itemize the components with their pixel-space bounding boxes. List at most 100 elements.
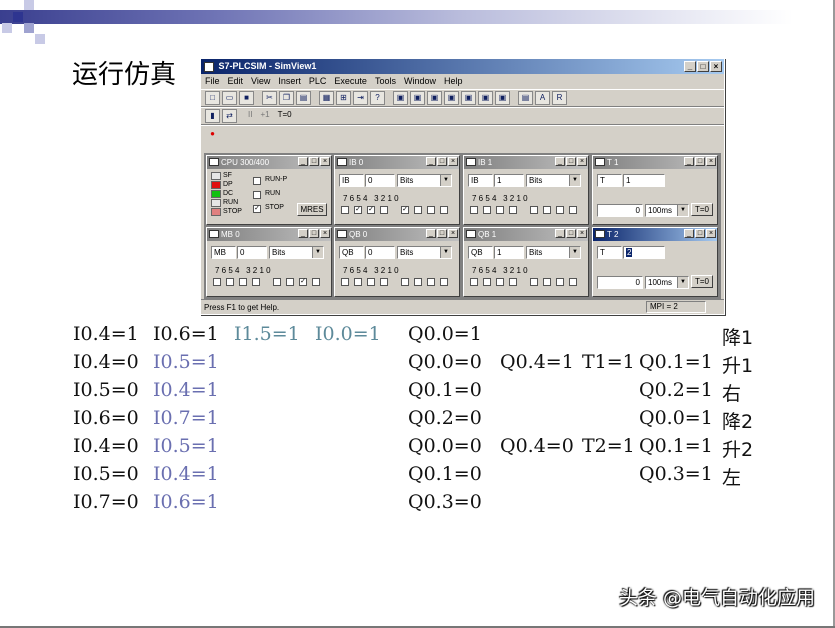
- open-icon[interactable]: ▭: [222, 91, 237, 105]
- ib0-bit1[interactable]: [427, 206, 435, 214]
- ib1-max-button[interactable]: □: [566, 157, 576, 166]
- qb0-bit5[interactable]: [367, 278, 375, 286]
- mb0-bit7[interactable]: [213, 278, 221, 286]
- mb0-bit6[interactable]: [226, 278, 234, 286]
- copy-icon[interactable]: ❐: [279, 91, 294, 105]
- step-button[interactable]: +1: [257, 109, 272, 123]
- qb1-bit6[interactable]: [483, 278, 491, 286]
- mb0-bit5[interactable]: [239, 278, 247, 286]
- qb1-max-button[interactable]: □: [566, 229, 576, 238]
- t2-value-field[interactable]: 0: [597, 276, 643, 289]
- t1-panel-title[interactable]: T 1 _ □ ×: [593, 156, 717, 169]
- qb0-bit4[interactable]: [380, 278, 388, 286]
- qb1-type-field[interactable]: QB: [468, 246, 493, 259]
- qb1-close-button[interactable]: ×: [577, 229, 587, 238]
- menu-view[interactable]: View: [251, 74, 270, 89]
- qb1-bit3[interactable]: [530, 278, 538, 286]
- qb0-format-select[interactable]: Bits: [397, 246, 452, 259]
- cpu-panel-title[interactable]: CPU 300/400 _ □ ×: [207, 156, 331, 169]
- t1-addr-field[interactable]: 1: [623, 174, 665, 187]
- mb0-bit4[interactable]: [252, 278, 260, 286]
- qb0-addr-field[interactable]: 0: [365, 246, 395, 259]
- qb0-close-button[interactable]: ×: [448, 229, 458, 238]
- mode-stop-checkbox[interactable]: [253, 205, 261, 213]
- t2-max-button[interactable]: □: [695, 229, 705, 238]
- qb0-bit3[interactable]: [401, 278, 409, 286]
- qb0-min-button[interactable]: _: [426, 229, 436, 238]
- qb1-min-button[interactable]: _: [555, 229, 565, 238]
- insert-c-icon[interactable]: ▣: [461, 91, 476, 105]
- ib1-bit5[interactable]: [496, 206, 504, 214]
- scan-mode-icon[interactable]: ⇄: [222, 109, 237, 123]
- qb0-bit7[interactable]: [341, 278, 349, 286]
- paste-icon[interactable]: ▤: [296, 91, 311, 105]
- ib0-format-select[interactable]: Bits: [397, 174, 452, 187]
- ib0-max-button[interactable]: □: [437, 157, 447, 166]
- t2-reset-button[interactable]: T=0: [691, 275, 713, 288]
- ib1-bit4[interactable]: [509, 206, 517, 214]
- insert-ib-icon[interactable]: ▣: [393, 91, 408, 105]
- qb1-bit4[interactable]: [509, 278, 517, 286]
- close-button[interactable]: ×: [710, 61, 722, 72]
- t2-type-field[interactable]: T: [597, 246, 622, 259]
- t1-type-field[interactable]: T: [597, 174, 622, 187]
- qb1-addr-field[interactable]: 1: [494, 246, 524, 259]
- ib0-min-button[interactable]: _: [426, 157, 436, 166]
- ib0-bit5[interactable]: [367, 206, 375, 214]
- mb0-format-select[interactable]: Bits: [269, 246, 324, 259]
- mb0-bit1[interactable]: [299, 278, 307, 286]
- mres-button[interactable]: MRES: [297, 203, 327, 216]
- qb1-bit7[interactable]: [470, 278, 478, 286]
- mb0-bit2[interactable]: [286, 278, 294, 286]
- t1-reset-button[interactable]: T=0: [691, 203, 713, 216]
- ib1-bit1[interactable]: [556, 206, 564, 214]
- insert-a-icon[interactable]: A: [535, 91, 550, 105]
- run-mode-icon[interactable]: ▮: [205, 109, 220, 123]
- ib1-format-select[interactable]: Bits: [526, 174, 581, 187]
- menu-tools[interactable]: Tools: [375, 74, 396, 89]
- menu-help[interactable]: Help: [444, 74, 463, 89]
- mb0-bit0[interactable]: [312, 278, 320, 286]
- t2-timebase-select[interactable]: 100ms: [645, 276, 689, 289]
- ib1-bit3[interactable]: [530, 206, 538, 214]
- qb0-panel-title[interactable]: QB 0 _ □ ×: [335, 228, 459, 241]
- insert-stack-icon[interactable]: ▣: [495, 91, 510, 105]
- new-icon[interactable]: □: [205, 91, 220, 105]
- mb0-panel-title[interactable]: MB 0 _ □ ×: [207, 228, 331, 241]
- insert-r-icon[interactable]: R: [552, 91, 567, 105]
- ib0-bit4[interactable]: [380, 206, 388, 214]
- mb0-bit3[interactable]: [273, 278, 281, 286]
- ib0-bit2[interactable]: [414, 206, 422, 214]
- ib1-bit7[interactable]: [470, 206, 478, 214]
- mb0-max-button[interactable]: □: [309, 229, 319, 238]
- qb0-bit6[interactable]: [354, 278, 362, 286]
- save-icon[interactable]: ■: [239, 91, 254, 105]
- minimize-button[interactable]: _: [684, 61, 696, 72]
- ib0-addr-field[interactable]: 0: [365, 174, 395, 187]
- qb0-max-button[interactable]: □: [437, 229, 447, 238]
- insert-t-icon[interactable]: ▣: [444, 91, 459, 105]
- t2-close-button[interactable]: ×: [706, 229, 716, 238]
- pause-button[interactable]: II: [245, 109, 255, 123]
- cpu-max-button[interactable]: □: [309, 157, 319, 166]
- qb1-bit5[interactable]: [496, 278, 504, 286]
- ib0-type-field[interactable]: IB: [339, 174, 364, 187]
- ib1-bit0[interactable]: [569, 206, 577, 214]
- ib1-panel-title[interactable]: IB 1 _ □ ×: [464, 156, 588, 169]
- ib0-bit6[interactable]: [354, 206, 362, 214]
- cpu-min-button[interactable]: _: [298, 157, 308, 166]
- cascade-icon[interactable]: ▦: [319, 91, 334, 105]
- insert-mb-icon[interactable]: ▣: [427, 91, 442, 105]
- ib0-bit7[interactable]: [341, 206, 349, 214]
- maximize-button[interactable]: □: [697, 61, 709, 72]
- ib1-type-field[interactable]: IB: [468, 174, 493, 187]
- insert-qb-icon[interactable]: ▣: [410, 91, 425, 105]
- ib0-panel-title[interactable]: IB 0 _ □ ×: [335, 156, 459, 169]
- ib1-close-button[interactable]: ×: [577, 157, 587, 166]
- menu-insert[interactable]: Insert: [278, 74, 301, 89]
- t1-value-field[interactable]: 0: [597, 204, 643, 217]
- t1-min-button[interactable]: _: [684, 157, 694, 166]
- ib1-min-button[interactable]: _: [555, 157, 565, 166]
- qb1-bit1[interactable]: [556, 278, 564, 286]
- mb0-close-button[interactable]: ×: [320, 229, 330, 238]
